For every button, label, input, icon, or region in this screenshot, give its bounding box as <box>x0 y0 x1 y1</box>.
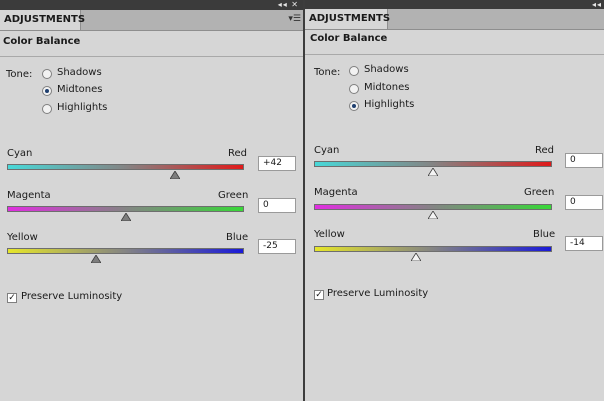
cyan-label: Cyan <box>314 145 340 156</box>
magenta-label: Magenta <box>7 190 51 201</box>
magenta-label: Magenta <box>314 187 358 198</box>
radio-shadows[interactable] <box>42 69 52 79</box>
green-label: Green <box>218 190 249 201</box>
tone-label: Tone: <box>6 69 33 80</box>
preserve-luminosity-checkbox[interactable]: ✓ <box>7 293 17 303</box>
cyan-red-slider-track[interactable] <box>7 164 244 179</box>
yellow-blue-value-input[interactable]: -25 <box>258 239 296 254</box>
red-label: Red <box>535 145 554 156</box>
yellow-label: Yellow <box>314 229 345 240</box>
cyan-red-slider-track[interactable] <box>314 161 552 176</box>
yellow-blue-slider-track[interactable] <box>314 246 552 261</box>
tab-adjustments[interactable]: ADJUSTMENTS <box>0 10 85 30</box>
magenta-green-slider-track[interactable] <box>314 204 552 219</box>
radio-highlights-label: Highlights <box>57 102 108 113</box>
preserve-luminosity-label: Preserve Luminosity <box>21 291 123 302</box>
adjustment-title: Color Balance <box>3 36 81 47</box>
radio-midtones-label: Midtones <box>57 84 103 95</box>
divider-line <box>305 54 604 55</box>
tab-bar: ADJUSTMENTS <box>305 9 604 30</box>
radio-shadows-label: Shadows <box>57 67 102 78</box>
yellow-label: Yellow <box>7 232 38 243</box>
magenta-green-value-input[interactable]: 0 <box>565 195 603 210</box>
adjustments-panel-right: ◂◂ ADJUSTMENTS Color Balance Tone: Shado… <box>305 0 604 401</box>
magenta-green-value-input[interactable]: 0 <box>258 198 296 213</box>
tone-label: Tone: <box>314 67 341 78</box>
preserve-luminosity-checkbox[interactable]: ✓ <box>314 290 324 300</box>
radio-highlights[interactable] <box>349 101 359 111</box>
screenshot: ◂◂ ✕ ADJUSTMENTS ▾☰ Color Balance Tone: … <box>0 0 604 401</box>
green-label: Green <box>524 187 555 198</box>
yellow-blue-value-input[interactable]: -14 <box>565 236 603 251</box>
panel-menu-icon[interactable]: ▾☰ <box>288 14 301 24</box>
cyan-red-value-input[interactable]: +42 <box>258 156 296 171</box>
adjustment-title: Color Balance <box>310 33 388 44</box>
radio-midtones[interactable] <box>349 84 359 94</box>
radio-midtones[interactable] <box>42 86 52 96</box>
magenta-green-slider-track[interactable] <box>7 206 244 221</box>
adjustments-panel-left: ◂◂ ✕ ADJUSTMENTS ▾☰ Color Balance Tone: … <box>0 0 303 401</box>
panel-title-strip <box>0 0 303 10</box>
cyan-label: Cyan <box>7 148 33 159</box>
blue-label: Blue <box>533 229 556 240</box>
yellow-blue-slider-track[interactable] <box>7 248 244 263</box>
cyan-red-value-input[interactable]: 0 <box>565 153 603 168</box>
blue-label: Blue <box>226 232 249 243</box>
tab-adjustments[interactable]: ADJUSTMENTS <box>305 9 390 29</box>
panel-title-strip <box>305 0 604 9</box>
red-label: Red <box>228 148 247 159</box>
tab-bar: ADJUSTMENTS ▾☰ <box>0 10 303 31</box>
radio-highlights[interactable] <box>42 104 52 114</box>
radio-shadows-label: Shadows <box>364 64 409 75</box>
radio-midtones-label: Midtones <box>364 82 410 93</box>
divider-line <box>0 56 303 57</box>
radio-shadows[interactable] <box>349 66 359 76</box>
radio-highlights-label: Highlights <box>364 99 415 110</box>
preserve-luminosity-label: Preserve Luminosity <box>327 288 429 299</box>
window-controls[interactable]: ◂◂ ✕ <box>278 0 299 10</box>
